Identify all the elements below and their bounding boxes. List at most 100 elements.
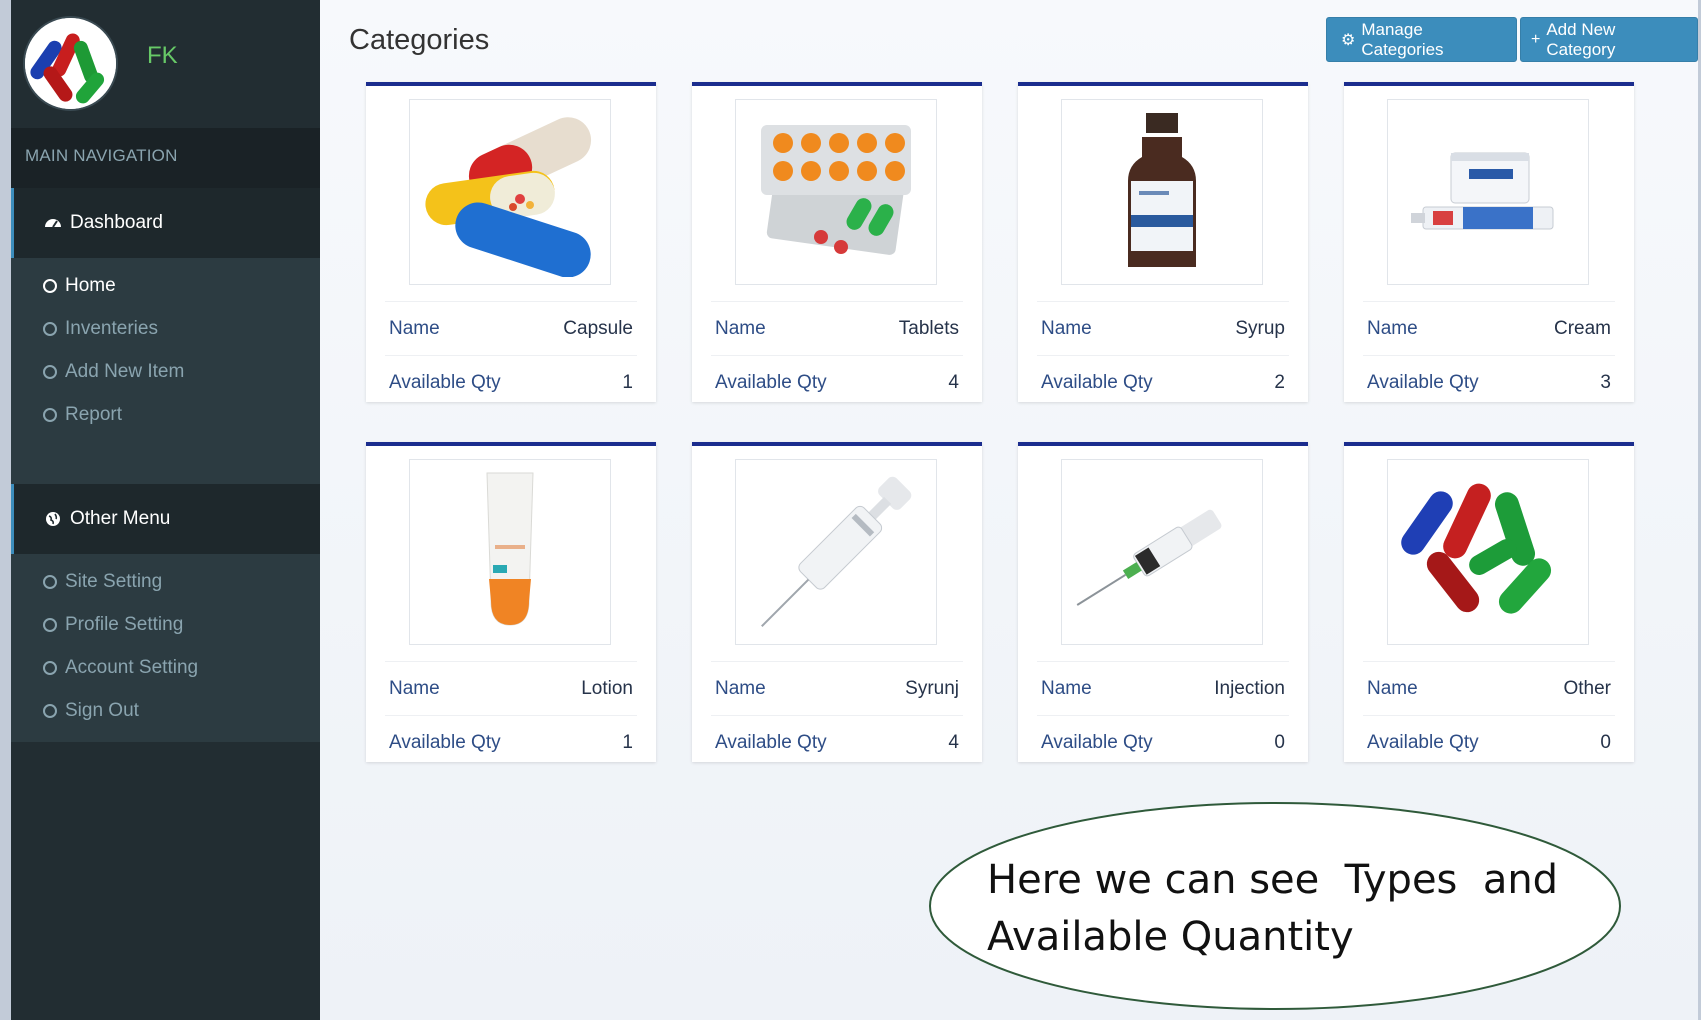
qty-label: Available Qty: [715, 731, 827, 753]
name-label: Name: [1367, 317, 1418, 339]
circle-icon: [43, 574, 57, 589]
name-row: Name Syrup: [1037, 301, 1289, 355]
nav-item-label: Account Setting: [65, 656, 199, 678]
nav-item-label: Home: [65, 274, 116, 296]
circle-icon: [43, 278, 57, 293]
app-window: FK MAIN NAVIGATION Dashboard Home Invent…: [0, 0, 1701, 1020]
category-name: Syrunj: [905, 677, 959, 699]
category-card-injection[interactable]: Name Injection Available Qty 0: [1018, 442, 1308, 762]
category-card-tablets[interactable]: Name Tablets Available Qty 4: [692, 82, 982, 402]
circle-icon: [43, 364, 57, 379]
other-pills-image: [1387, 459, 1589, 645]
globe-icon: [44, 510, 62, 528]
name-row: Name Lotion: [385, 661, 637, 715]
syrup-image: [1061, 99, 1263, 285]
nav-item-inventeries[interactable]: Inventeries: [11, 307, 320, 350]
plus-icon: +: [1531, 30, 1541, 48]
name-label: Name: [1041, 677, 1092, 699]
nav-item-label: Profile Setting: [65, 613, 184, 635]
category-card-syrup[interactable]: Name Syrup Available Qty 2: [1018, 82, 1308, 402]
avatar[interactable]: [23, 16, 118, 111]
qty-label: Available Qty: [1367, 371, 1479, 393]
nav-spacer: [11, 446, 320, 484]
nav-item-sign-out[interactable]: Sign Out: [11, 689, 320, 732]
category-name: Other: [1563, 677, 1611, 699]
callout-text: Here we can see Types and Available Quan…: [987, 852, 1587, 966]
qty-label: Available Qty: [1041, 371, 1153, 393]
name-label: Name: [389, 677, 440, 699]
nav-item-label: Report: [65, 403, 123, 425]
available-qty: 4: [948, 371, 959, 393]
name-row: Name Cream: [1363, 301, 1615, 355]
category-name: Capsule: [563, 317, 633, 339]
circle-icon: [43, 660, 57, 675]
available-qty: 0: [1600, 731, 1611, 753]
nav-item-add-new-item[interactable]: Add New Item: [11, 350, 320, 393]
name-row: Name Tablets: [711, 301, 963, 355]
qty-label: Available Qty: [389, 371, 501, 393]
name-row: Name Other: [1363, 661, 1615, 715]
category-card-other[interactable]: Name Other Available Qty 0: [1344, 442, 1634, 762]
user-panel: FK: [11, 0, 320, 128]
category-name: Syrup: [1235, 317, 1285, 339]
syringe-image: [735, 459, 937, 645]
qty-row: Available Qty 3: [1363, 355, 1615, 409]
name-label: Name: [1041, 317, 1092, 339]
category-name: Lotion: [581, 677, 633, 699]
category-card-cream[interactable]: Name Cream Available Qty 3: [1344, 82, 1634, 402]
sidebar: FK MAIN NAVIGATION Dashboard Home Invent…: [11, 0, 320, 1020]
nav-item-label: Sign Out: [65, 699, 139, 721]
nav-group-label: Other Menu: [70, 508, 171, 529]
qty-row: Available Qty 0: [1037, 715, 1289, 769]
nav-item-label: Inventeries: [65, 317, 158, 339]
circle-icon: [43, 617, 57, 632]
qty-label: Available Qty: [1041, 731, 1153, 753]
available-qty: 1: [622, 371, 633, 393]
capsule-image: [409, 99, 611, 285]
button-label: Add New Category: [1546, 19, 1616, 59]
available-qty: 1: [622, 731, 633, 753]
qty-row: Available Qty 4: [711, 715, 963, 769]
nav-item-account-setting[interactable]: Account Setting: [11, 646, 320, 689]
callout-line-2: Available Quantity: [987, 914, 1354, 960]
qty-label: Available Qty: [1367, 731, 1479, 753]
page-title: Categories: [349, 24, 490, 56]
circle-icon: [43, 703, 57, 718]
button-label: Manage Categories: [1361, 19, 1444, 59]
callout-line-1: Here we can see Types and: [987, 857, 1559, 903]
lotion-image: [409, 459, 611, 645]
name-row: Name Syrunj: [711, 661, 963, 715]
nav-item-report[interactable]: Report: [11, 393, 320, 436]
qty-row: Available Qty 4: [711, 355, 963, 409]
user-name: FK: [147, 42, 178, 69]
nav-item-profile-setting[interactable]: Profile Setting: [11, 603, 320, 646]
category-card-lotion[interactable]: Name Lotion Available Qty 1: [366, 442, 656, 762]
available-qty: 3: [1600, 371, 1611, 393]
available-qty: 0: [1274, 731, 1285, 753]
window-edge-left: [0, 0, 11, 1020]
name-row: Name Injection: [1037, 661, 1289, 715]
nav-item-site-setting[interactable]: Site Setting: [11, 560, 320, 603]
gear-icon: ⚙: [1341, 31, 1356, 49]
injection-image: [1061, 459, 1263, 645]
qty-row: Available Qty 0: [1363, 715, 1615, 769]
category-name: Injection: [1214, 677, 1285, 699]
name-label: Name: [715, 317, 766, 339]
nav-group-other-menu[interactable]: Other Menu: [11, 484, 320, 554]
qty-row: Available Qty 1: [385, 355, 637, 409]
nav-item-label: Add New Item: [65, 360, 185, 382]
nav-group-label: Dashboard: [70, 212, 163, 233]
nav-group-dashboard[interactable]: Dashboard: [11, 188, 320, 258]
add-new-category-button[interactable]: + Add New Category: [1520, 17, 1698, 62]
category-card-capsule[interactable]: Name Capsule Available Qty 1: [366, 82, 656, 402]
manage-categories-button[interactable]: ⚙ Manage Categories: [1326, 17, 1517, 62]
cream-image: [1387, 99, 1589, 285]
qty-row: Available Qty 1: [385, 715, 637, 769]
nav-item-home[interactable]: Home: [11, 264, 320, 307]
category-card-syrunj[interactable]: Name Syrunj Available Qty 4: [692, 442, 982, 762]
name-label: Name: [389, 317, 440, 339]
circle-icon: [43, 321, 57, 336]
qty-label: Available Qty: [389, 731, 501, 753]
nav-section-header: MAIN NAVIGATION: [11, 128, 320, 188]
available-qty: 2: [1274, 371, 1285, 393]
